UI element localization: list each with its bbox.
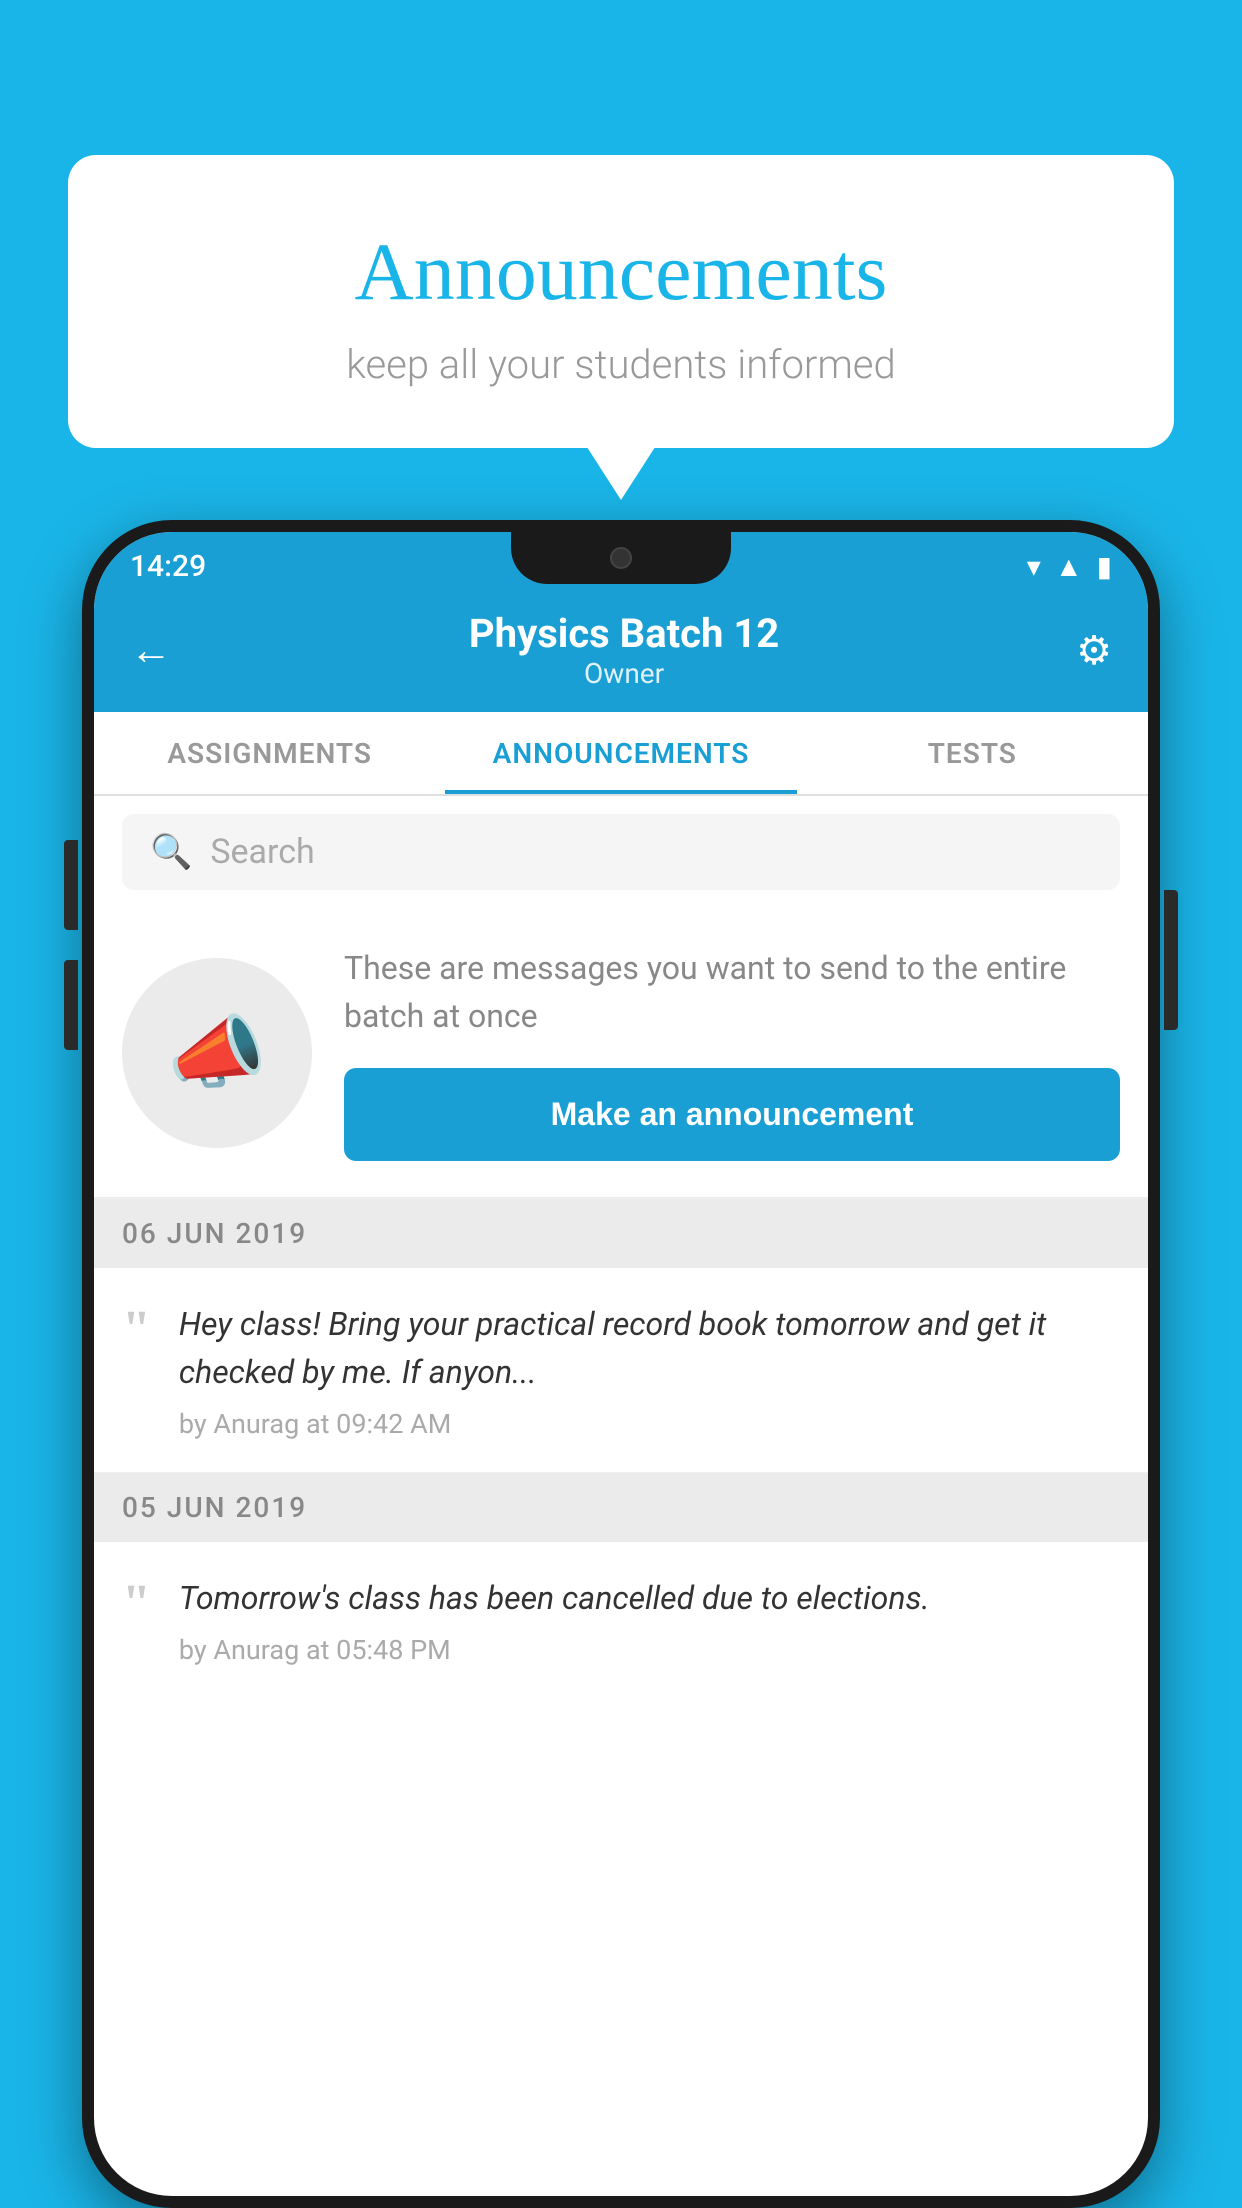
speech-bubble-card: Announcements keep all your students inf… xyxy=(68,155,1174,448)
wifi-icon: ▾ xyxy=(1027,550,1041,583)
date-separator-2: 05 JUN 2019 xyxy=(94,1473,1148,1542)
status-icons: ▾ ▲ ▮ xyxy=(1027,550,1112,583)
phone-frame: 14:29 ▾ ▲ ▮ ← Physics Batch 12 Owner ⚙ xyxy=(82,520,1160,2208)
volume-down-button xyxy=(64,960,78,1050)
announcement-meta-2: by Anurag at 05:48 PM xyxy=(179,1634,1120,1666)
announcement-prompt: 📣 These are messages you want to send to… xyxy=(94,908,1148,1199)
announcement-item-2[interactable]: " Tomorrow's class has been cancelled du… xyxy=(94,1542,1148,1698)
megaphone-icon: 📣 xyxy=(167,1006,267,1100)
search-icon: 🔍 xyxy=(150,832,192,872)
make-announcement-button[interactable]: Make an announcement xyxy=(344,1068,1120,1161)
speech-bubble-section: Announcements keep all your students inf… xyxy=(68,155,1174,448)
tabs-bar: ASSIGNMENTS ANNOUNCEMENTS TESTS xyxy=(94,712,1148,796)
back-button[interactable]: ← xyxy=(130,626,172,675)
power-button xyxy=(1164,890,1178,1030)
search-input[interactable]: Search xyxy=(210,832,314,872)
phone-screen: 14:29 ▾ ▲ ▮ ← Physics Batch 12 Owner ⚙ xyxy=(94,532,1148,2196)
tab-assignments[interactable]: ASSIGNMENTS xyxy=(94,712,445,794)
tab-tests[interactable]: TESTS xyxy=(797,712,1148,794)
volume-up-button xyxy=(64,840,78,930)
settings-button[interactable]: ⚙ xyxy=(1076,627,1112,674)
battery-icon: ▮ xyxy=(1097,550,1112,583)
bubble-subtitle: keep all your students informed xyxy=(128,341,1114,388)
megaphone-circle: 📣 xyxy=(122,958,312,1148)
announcement-text-2: Tomorrow's class has been cancelled due … xyxy=(179,1574,1120,1622)
quote-icon-2: " xyxy=(122,1578,151,1630)
announcement-text-1: Hey class! Bring your practical record b… xyxy=(179,1300,1120,1396)
signal-icon: ▲ xyxy=(1055,550,1083,583)
date-separator-1: 06 JUN 2019 xyxy=(94,1199,1148,1268)
quote-icon-1: " xyxy=(122,1304,151,1356)
phone-wrapper: 14:29 ▾ ▲ ▮ ← Physics Batch 12 Owner ⚙ xyxy=(82,520,1160,2208)
phone-notch xyxy=(511,532,731,584)
tab-announcements[interactable]: ANNOUNCEMENTS xyxy=(445,712,796,794)
prompt-description: These are messages you want to send to t… xyxy=(344,944,1120,1040)
announcement-meta-1: by Anurag at 09:42 AM xyxy=(179,1408,1120,1440)
announcement-item-1[interactable]: " Hey class! Bring your practical record… xyxy=(94,1268,1148,1473)
status-time: 14:29 xyxy=(130,549,206,584)
header-title: Physics Batch 12 xyxy=(172,610,1076,657)
announcement-content-2: Tomorrow's class has been cancelled due … xyxy=(179,1574,1120,1666)
prompt-right: These are messages you want to send to t… xyxy=(344,944,1120,1161)
header-center: Physics Batch 12 Owner xyxy=(172,610,1076,690)
header-subtitle: Owner xyxy=(172,657,1076,690)
announcement-content-1: Hey class! Bring your practical record b… xyxy=(179,1300,1120,1440)
front-camera xyxy=(610,547,632,569)
app-header: ← Physics Batch 12 Owner ⚙ xyxy=(94,592,1148,712)
search-container: 🔍 Search xyxy=(94,796,1148,908)
search-bar[interactable]: 🔍 Search xyxy=(122,814,1120,890)
bubble-title: Announcements xyxy=(128,225,1114,319)
